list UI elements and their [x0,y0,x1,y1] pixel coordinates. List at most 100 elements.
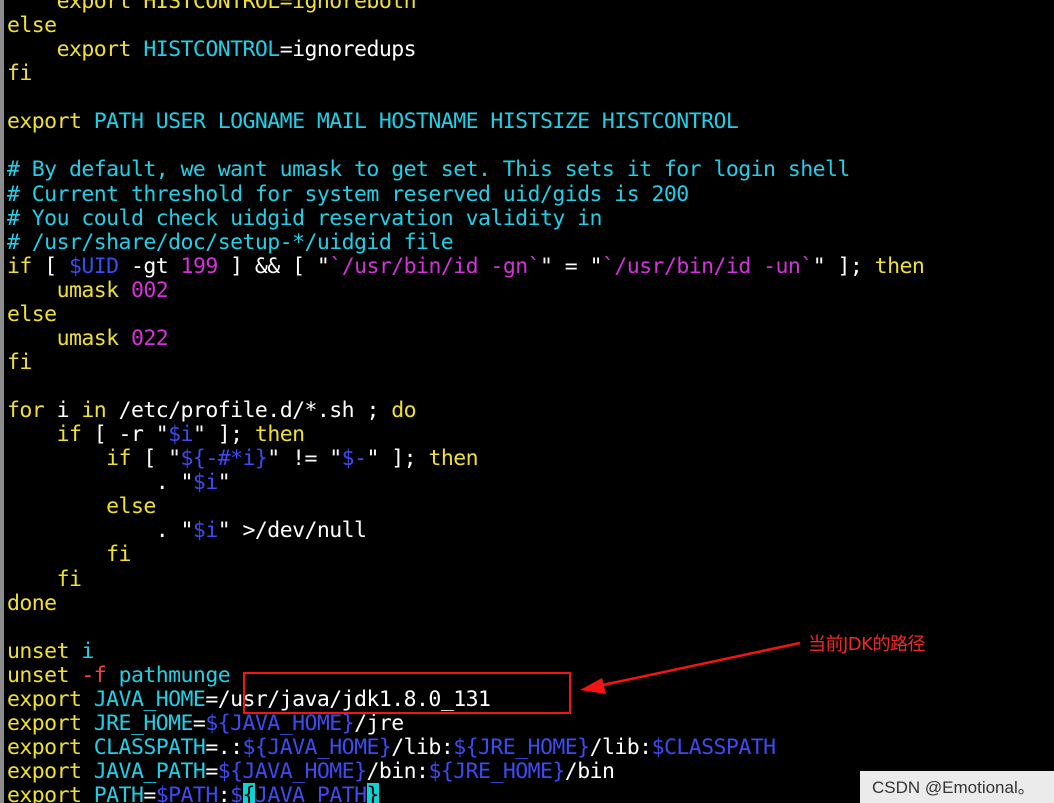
code-token: else [7,301,57,327]
code-token: . " [7,470,194,496]
code-token: else [7,494,156,520]
terminal-line: unset i [7,638,924,664]
code-token: /jre [354,710,404,736]
code-token: /bin [564,759,615,784]
code-token: ${JAVA_HOME} [217,759,367,784]
terminal-line: export PATH USER LOGNAME MAIL HOSTNAME H… [7,110,924,134]
code-token: fi [7,61,32,87]
code-token: export [7,783,94,803]
terminal-line: # /usr/share/doc/setup-*/uidgid file [7,229,924,255]
code-token: unset [7,638,70,664]
code-token: in [81,398,107,424]
code-token: $PATH [155,783,219,803]
terminal-line: export JAVA_PATH=${JAVA_HOME}/bin:${JRE_… [7,759,924,784]
terminal-line: else [7,301,924,327]
code-token: fi [7,349,32,375]
watermark-text: CSDN @Emotional。 [872,778,1035,797]
code-token: =ignoredups [279,37,417,63]
code-token: $ [230,783,243,803]
code-token: # /usr/share/doc/setup-*/uidgid file [7,229,454,255]
code-token: if [7,422,82,448]
code-token: = [192,710,206,736]
code-token: then [874,253,925,279]
terminal-line: fi [7,349,924,375]
code-token: $UID [68,253,119,279]
code-token: i [68,638,94,664]
jdk-path-highlight-box [243,672,571,714]
code-token: fi [7,542,131,568]
terminal-line: if [ $UID -gt 199 ] && [ "`/usr/bin/id -… [7,253,925,279]
terminal-line: fi [7,543,924,567]
code-token: /bin: [366,759,429,784]
code-token: 002 [130,277,169,303]
annotation-label: 当前JDK的路径 [808,634,925,655]
terminal-line: if [ "${-#*i}" != "$-" ]; then [7,447,924,471]
code-token: JAVA_PATH [93,759,206,784]
code-token: " ]; [812,253,875,279]
code-token: [ " [130,446,181,472]
terminal-line: else [7,14,924,38]
code-token: ${JRE_HOME} [453,734,590,760]
code-token: export [7,759,94,784]
terminal-line: umask 022 [7,325,924,351]
code-token: $i [192,470,218,496]
code-token: fi [7,566,82,592]
terminal-line: export HISTCONTROL=ignoreboth [7,0,924,14]
code-token: -gt [118,253,181,279]
code-token: unset [7,662,70,688]
code-token: 199 [180,253,219,279]
code-token: -f [68,662,119,688]
code-token: do [391,398,417,424]
code-token: JRE_HOME [93,710,194,736]
window-left-border [0,0,4,803]
code-token: ] && [ " [217,253,330,279]
code-token: PATH [93,783,144,803]
code-token: export HISTCONTROL=ignoreboth [7,0,417,14]
code-token: 022 [130,325,169,351]
code-token: ${-#*i} [180,446,268,472]
terminal-line: export CLASSPATH=.:${JAVA_HOME}/lib:${JR… [7,734,924,760]
code-token: `/usr/bin/id -gn` [329,253,540,279]
code-token: CLASSPATH [93,734,206,760]
terminal-line: done [7,590,924,616]
code-token: . " [7,518,194,544]
code-token: export [7,734,94,760]
terminal-line: . "$i" [7,471,924,495]
cursor-highlight: { [242,783,256,803]
terminal-line: if [ -r "$i" ]; then [7,423,924,447]
terminal-line: export HISTCONTROL=ignoredups [7,38,924,62]
terminal-line: export PATH=$PATH:${JAVA_PATH} [7,783,924,803]
code-token: umask [7,325,131,351]
code-token: umask [7,277,131,303]
terminal-window: export HISTCONTROL=ignoreboth else export… [0,0,1054,803]
code-token: $i [168,422,193,448]
terminal-line: # You could check uidgid reservation val… [7,205,924,231]
code-token: : [217,783,231,803]
code-token: " >/dev/null [217,518,367,544]
code-token: " = " [540,253,603,279]
code-token: JAVA_HOME [93,686,206,712]
code-token: # You could check uidgid reservation val… [7,205,602,231]
code-token: for [7,398,45,424]
code-token: $i [192,518,218,544]
terminal-line: # By default, we want umask to get set. … [7,158,924,182]
code-token: ${JRE_HOME} [428,759,565,784]
terminal-line: fi [7,62,924,86]
terminal-line: for i in /etc/profile.d/*.sh ; do [7,399,924,423]
code-token: done [7,590,57,616]
code-token: [ -r " [81,422,169,448]
code-token: export [7,109,94,135]
terminal-line: . "$i" >/dev/null [7,519,924,543]
code-token: " != " [267,446,342,472]
code-token: /lib: [589,734,653,760]
terminal-line: # Current threshold for system reserved … [7,182,924,207]
code-token: $CLASSPATH [651,734,777,760]
code-token: export [7,37,144,63]
terminal-line: umask 002 [7,277,924,303]
code-token: " ]; [192,422,255,448]
cursor-highlight: } [366,783,379,803]
terminal-line: else [7,495,924,519]
